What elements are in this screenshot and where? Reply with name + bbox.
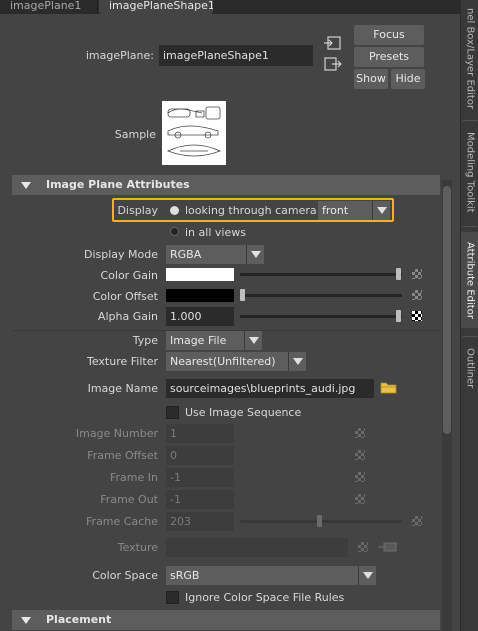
chevron-down-icon [244,331,262,350]
chevron-down-icon [288,352,306,371]
alpha-gain-field[interactable]: 1.000 [166,307,234,326]
texture-filter-dropdown[interactable]: Nearest(Unfiltered) [166,352,306,371]
folder-icon[interactable] [380,381,397,394]
hide-button[interactable]: Hide [391,69,425,89]
display-mode-label: Display Mode [83,248,158,261]
image-name-field[interactable]: sourceimages\blueprints_audi.jpg [166,379,374,398]
map-icon[interactable] [412,269,422,279]
image-number-field[interactable]: 1 [166,424,234,443]
chevron-down-icon [358,566,376,585]
frame-in-field[interactable]: -1 [166,468,234,487]
side-tab-panel: nel Box/Layer Editor Modeling Toolkit At… [460,0,478,631]
side-tab-label: Attribute Editor [464,241,476,319]
node-name-field[interactable]: imagePlaneShape1 [159,45,313,66]
frame-cache-label: Frame Cache [86,515,158,528]
map-icon[interactable] [358,542,368,552]
collapse-arrow-icon [21,182,31,189]
output-connection-icon[interactable] [324,57,342,71]
ignore-color-space-label: Ignore Color Space File Rules [185,591,345,604]
sample-label: Sample [114,128,156,141]
type-dropdown[interactable]: Image File [166,331,262,350]
type-label: Type [132,334,158,347]
side-tab-attribute-editor[interactable]: Attribute Editor [461,232,478,328]
map-icon[interactable] [355,428,365,438]
input-connection-icon[interactable] [324,36,342,50]
scrollbar-thumb[interactable] [443,186,451,434]
color-space-dropdown[interactable]: sRGB [166,566,376,585]
ignore-color-space-checkbox[interactable] [166,591,179,604]
color-offset-slider[interactable] [240,294,402,297]
side-tab-channel-box[interactable]: nel Box/Layer Editor [461,0,478,118]
side-tab-label: Outliner [464,347,476,389]
frame-out-field[interactable]: -1 [166,490,234,509]
color-offset-label: Color Offset [92,290,158,303]
camera-dropdown[interactable]: front [318,201,390,220]
display-radio-all-views[interactable] [170,227,179,236]
camera-value: front [322,204,349,217]
display-radio-camera[interactable] [170,206,179,215]
texture-filter-label: Texture Filter [86,355,158,368]
tab-imageplane1[interactable]: imagePlane1 [0,0,98,14]
tab-bar: imagePlane1 imagePlaneShape1 [0,0,460,14]
image-number-label: Image Number [75,427,158,440]
color-gain-slider-handle[interactable] [396,268,401,280]
side-tab-label: Modeling Toolkit [464,131,476,213]
frame-offset-field[interactable]: 0 [166,446,234,465]
color-space-value: sRGB [170,569,200,582]
display-label: Display [117,204,158,217]
chevron-down-icon [372,201,390,220]
color-space-label: Color Space [92,569,158,582]
placement-header[interactable]: Placement [12,610,440,630]
map-icon[interactable] [355,472,365,482]
frame-in-label: Frame In [110,471,158,484]
texture-label: Texture [117,541,158,554]
show-button[interactable]: Show [354,69,388,89]
color-gain-label: Color Gain [100,269,158,282]
map-icon[interactable] [355,494,365,504]
texture-filter-value: Nearest(Unfiltered) [170,355,276,368]
color-offset-slider-handle[interactable] [240,289,245,301]
color-offset-swatch[interactable] [166,289,234,302]
use-image-sequence-label: Use Image Sequence [185,406,302,419]
frame-offset-label: Frame Offset [87,449,158,462]
side-tab-label: nel Box/Layer Editor [464,8,476,110]
tab-imageplaneshape1[interactable]: imagePlaneShape1 [99,0,213,14]
chevron-down-icon [246,245,264,264]
side-tab-outliner[interactable]: Outliner [461,340,478,396]
alpha-gain-slider-handle[interactable] [396,310,401,322]
section-title: Placement [46,613,112,626]
sample-thumbnail [162,101,226,165]
color-gain-slider[interactable] [240,273,402,276]
color-gain-swatch[interactable] [166,268,234,281]
presets-button[interactable]: Presets [354,47,424,67]
type-value: Image File [170,334,227,347]
side-tab-modeling-toolkit[interactable]: Modeling Toolkit [461,124,478,220]
alpha-gain-label: Alpha Gain [97,310,158,323]
use-image-sequence-checkbox[interactable] [166,406,179,419]
image-name-label: Image Name [87,382,158,395]
focus-button[interactable]: Focus [354,25,424,45]
display-mode-dropdown[interactable]: RGBA [166,245,264,264]
display-opt-all-label: in all views [185,226,246,239]
input-connection-icon[interactable] [378,541,398,553]
map-icon[interactable] [355,450,365,460]
map-icon[interactable] [412,516,422,526]
texture-field[interactable] [166,538,348,557]
alpha-gain-slider[interactable] [240,315,402,318]
map-icon[interactable] [412,311,422,321]
image-plane-attributes-header[interactable]: Image Plane Attributes [12,175,440,195]
section-title: Image Plane Attributes [46,178,190,191]
display-opt-camera-label: looking through camera [185,204,317,217]
frame-out-label: Frame Out [100,493,158,506]
frame-cache-slider-handle[interactable] [317,515,322,527]
frame-cache-field[interactable]: 203 [166,512,234,531]
collapse-arrow-icon [21,617,31,624]
map-icon[interactable] [412,290,422,300]
display-mode-value: RGBA [170,248,202,261]
node-label: imagePlane: [85,49,154,62]
